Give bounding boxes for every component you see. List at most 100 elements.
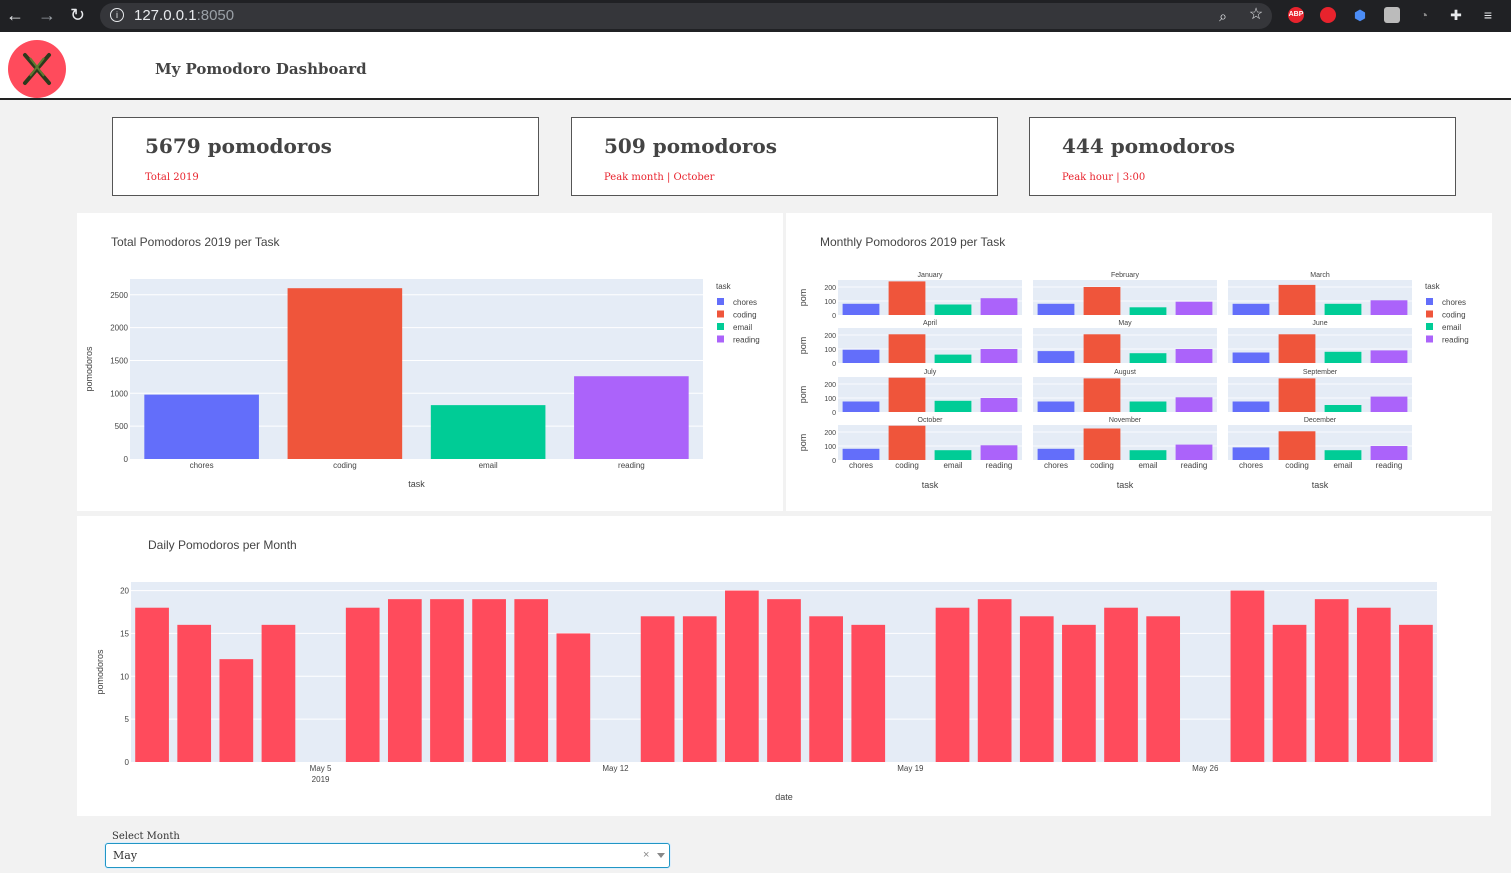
bar-chores [1037, 448, 1075, 460]
legend-swatch-email [717, 323, 724, 330]
legend-swatch-coding [1426, 310, 1433, 318]
total-pomodoros-chart: 0 500 1000 1500 2000 2500 chores coding email rea… [84, 279, 760, 489]
daily-bar [1356, 607, 1391, 762]
kpi-label: Total 2019 [145, 172, 199, 183]
bar-coding [1278, 334, 1316, 363]
address-bar[interactable]: i 127.0.0.1:8050 ⌕ ☆ [100, 3, 1272, 29]
subplot-title: October [918, 417, 944, 424]
daily-bar [1399, 624, 1433, 762]
y-tick-label: 200 [824, 333, 836, 340]
subplot-title: January [918, 272, 943, 279]
daily-bar [725, 590, 759, 762]
daily-bar [1062, 624, 1096, 762]
puzzle-icon[interactable]: ✚ [1448, 7, 1464, 23]
y-tick-label: 0 [125, 758, 130, 767]
legend-swatch-email [1426, 323, 1433, 330]
monthly-chart-panel: Monthly Pomodoros 2019 per Task 0 100 200 J… [786, 213, 1492, 511]
y-tick-label: 15 [120, 629, 129, 638]
daily-bar [514, 599, 549, 762]
forward-icon[interactable]: → [38, 5, 56, 26]
menu-icon[interactable]: ≡ [1480, 7, 1496, 23]
bar-email [1324, 351, 1362, 363]
daily-bar [219, 659, 254, 762]
x-axis-title: task [1117, 480, 1134, 490]
y-tick-label: 200 [824, 382, 836, 389]
daily-bar [177, 624, 212, 762]
shield-icon[interactable]: ⬢ [1352, 7, 1368, 23]
y-axis-title: pom [798, 434, 808, 452]
x-tick-label: coding [333, 461, 357, 470]
subplot-title: April [923, 320, 937, 327]
bar-chores [1037, 303, 1075, 315]
kpi-card-peak-month: 509 pomodoros Peak month | October [571, 117, 998, 196]
kpi-card-peak-hour: 444 pomodoros Peak hour | 3:00 [1029, 117, 1456, 196]
square-icon[interactable] [1384, 7, 1400, 23]
x-tick-label: 2019 [312, 775, 330, 784]
subplot-title: September [1303, 369, 1338, 376]
x-tick-label: May 19 [897, 764, 924, 773]
zoom-icon[interactable]: ⌕ [1215, 8, 1231, 24]
star-icon[interactable]: ☆ [1248, 7, 1264, 23]
y-axis-title: pom [798, 289, 808, 307]
url-text: 127.0.0.1:8050 [134, 7, 235, 24]
x-tick-label: coding [1285, 461, 1309, 470]
y-tick-label: 0 [124, 455, 129, 464]
legend-title: task [716, 282, 732, 291]
y-axis-title: pomodoros [95, 649, 105, 695]
kpi-label: Peak month | October [604, 172, 715, 183]
tomato-logo [8, 40, 66, 98]
y-tick-label: 100 [824, 299, 836, 306]
daily-bar [935, 607, 970, 762]
c-icon[interactable]: ◔ [1416, 7, 1432, 23]
back-icon[interactable]: ← [6, 5, 24, 26]
x-tick-label: May 5 [310, 764, 332, 773]
legend-label-email: email [733, 323, 752, 332]
bar-email [934, 354, 972, 363]
y-tick-label: 100 [824, 347, 836, 354]
info-icon[interactable]: i [110, 8, 124, 22]
y-tick-label: 1000 [110, 389, 128, 398]
x-tick-label: reading [986, 461, 1013, 470]
subplot-title: July [924, 369, 937, 376]
kpi-value: 5679 pomodoros [145, 134, 332, 158]
daily-chart-panel: Daily Pomodoros per Month 0 5 10 15 20 May 52… [77, 516, 1491, 816]
bar-coding [1083, 428, 1121, 460]
bar-reading [574, 376, 689, 459]
daily-bar [851, 624, 886, 762]
y-tick-label: 1500 [110, 356, 128, 365]
chevron-down-icon[interactable] [657, 853, 665, 858]
month-dropdown[interactable]: May × [105, 843, 670, 868]
subplot-title: August [1114, 369, 1136, 376]
kpi-value: 444 pomodoros [1062, 134, 1235, 158]
y-tick-label: 200 [824, 430, 836, 437]
bar-reading [1175, 301, 1213, 315]
clear-icon[interactable]: × [643, 849, 649, 861]
y-axis-title: pomodoros [84, 346, 94, 392]
stop-icon[interactable] [1320, 7, 1336, 23]
bar-coding [1083, 287, 1121, 315]
daily-bar [1314, 599, 1349, 762]
bar-coding [888, 281, 926, 315]
app-header: My Pomodoro Dashboard [0, 32, 1511, 100]
daily-bar [135, 607, 169, 762]
daily-bar [387, 599, 422, 762]
reload-icon[interactable]: ↻ [70, 5, 85, 26]
y-tick-label: 10 [120, 672, 129, 681]
bar-chores [842, 401, 880, 412]
bar-chores [842, 349, 880, 363]
bar-email [430, 405, 546, 459]
y-tick-label: 0 [832, 313, 836, 320]
daily-bar [809, 616, 843, 762]
x-tick-label: chores [1044, 461, 1068, 470]
daily-bar [1146, 616, 1181, 762]
bar-email [1129, 353, 1167, 363]
bar-coding [888, 425, 926, 460]
legend-swatch-reading [1426, 335, 1433, 343]
x-tick-label: reading [618, 461, 645, 470]
legend-label-email: email [1442, 323, 1461, 332]
bar-reading [1175, 444, 1213, 460]
bar-email [934, 304, 972, 315]
adblock-icon[interactable]: ABP [1288, 7, 1304, 23]
y-tick-label: 100 [824, 444, 836, 451]
x-axis-title: date [775, 792, 793, 802]
